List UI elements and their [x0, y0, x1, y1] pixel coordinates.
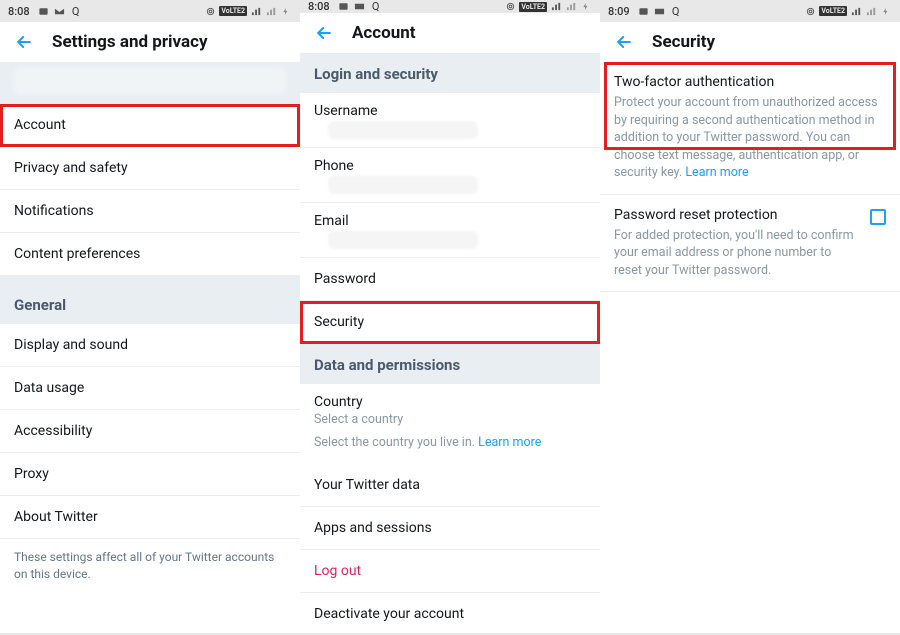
country-note: Select the country you live in. Learn mo…	[300, 429, 600, 464]
prp-desc: For added protection, you'll need to con…	[614, 227, 860, 280]
volte-badge: VoLTE2	[219, 6, 247, 16]
menu-item-password[interactable]: Password	[300, 258, 600, 301]
battery-icon	[880, 5, 892, 17]
back-icon[interactable]	[614, 32, 634, 52]
phone-value-redacted	[328, 176, 478, 194]
username-value-redacted	[328, 121, 478, 139]
hotspot-icon	[504, 1, 516, 13]
volte-badge: VoLTE2	[519, 2, 547, 12]
app-header: Settings and privacy	[0, 22, 300, 62]
email-label: Email	[314, 213, 586, 229]
battery-icon	[280, 5, 292, 17]
page-title: Settings and privacy	[52, 32, 208, 52]
username-label: Username	[314, 103, 586, 119]
mail-icon	[654, 5, 666, 17]
menu-item-notifications[interactable]: Notifications	[0, 190, 300, 233]
q-icon: Q	[370, 1, 382, 13]
q-icon: Q	[670, 5, 682, 17]
back-icon[interactable]	[314, 23, 334, 43]
tfa-desc: Protect your account from unauthorized a…	[614, 94, 886, 182]
signal2-icon	[265, 5, 277, 17]
mail-icon	[54, 5, 66, 17]
volte-badge: VoLTE2	[819, 6, 847, 16]
phone-label: Phone	[314, 158, 586, 174]
signal2-icon	[565, 1, 577, 13]
prp-checkbox[interactable]	[870, 209, 886, 225]
menu-item-security[interactable]: Security	[300, 301, 600, 344]
message-icon	[638, 5, 650, 17]
menu-item-phone[interactable]: Phone	[300, 148, 600, 203]
country-sub: Select a country	[314, 412, 586, 427]
menu-item-display[interactable]: Display and sound	[0, 324, 300, 367]
menu-item-accessibility[interactable]: Accessibility	[0, 410, 300, 453]
menu-item-account[interactable]: Account	[0, 104, 300, 147]
menu-item-about[interactable]: About Twitter	[0, 496, 300, 539]
menu-item-proxy[interactable]: Proxy	[0, 453, 300, 496]
country-label: Country	[314, 394, 586, 410]
section-general: General	[0, 276, 300, 324]
menu-item-deactivate[interactable]: Deactivate your account	[300, 593, 600, 635]
prp-title: Password reset protection	[614, 207, 860, 223]
menu-item-logout[interactable]: Log out	[300, 550, 600, 593]
signal-icon	[550, 1, 562, 13]
app-header: Account	[300, 13, 600, 53]
mail-icon	[354, 1, 366, 13]
footer-note: These settings affect all of your Twitte…	[0, 539, 300, 593]
learn-more-link[interactable]: Learn more	[685, 165, 748, 180]
status-bar: 8:08 Q VoLTE2	[300, 0, 600, 13]
hotspot-icon	[204, 5, 216, 17]
signal-icon	[850, 5, 862, 17]
message-icon	[338, 1, 350, 13]
page-title: Security	[652, 32, 715, 52]
menu-item-data-usage[interactable]: Data usage	[0, 367, 300, 410]
menu-item-apps-sessions[interactable]: Apps and sessions	[300, 507, 600, 550]
page-title: Account	[352, 23, 416, 43]
menu-item-content-prefs[interactable]: Content preferences	[0, 233, 300, 276]
account-handle-redacted	[14, 68, 286, 94]
section-data-permissions: Data and permissions	[300, 344, 600, 384]
menu-item-username[interactable]: Username	[300, 93, 600, 148]
menu-item-privacy[interactable]: Privacy and safety	[0, 147, 300, 190]
hotspot-icon	[804, 5, 816, 17]
section-login-security: Login and security	[300, 53, 600, 93]
status-bar: 8:09 Q VoLTE2	[600, 0, 900, 22]
menu-item-email[interactable]: Email	[300, 203, 600, 258]
message-icon	[38, 5, 50, 17]
tfa-title: Two-factor authentication	[614, 74, 886, 90]
learn-more-link[interactable]: Learn more	[478, 435, 541, 450]
q-icon: Q	[70, 5, 82, 17]
back-icon[interactable]	[14, 32, 34, 52]
battery-icon	[580, 1, 592, 13]
app-header: Security	[600, 22, 900, 62]
setting-password-reset-protection[interactable]: Password reset protection For added prot…	[600, 195, 900, 293]
signal-icon	[250, 5, 262, 17]
menu-item-country[interactable]: Country Select a country	[300, 384, 600, 429]
email-value-redacted	[328, 231, 478, 249]
status-bar: 8:08 Q VoLTE2	[0, 0, 300, 22]
status-time: 8:09	[608, 5, 630, 18]
status-time: 8:08	[8, 5, 30, 18]
setting-two-factor[interactable]: Two-factor authentication Protect your a…	[600, 62, 900, 195]
signal2-icon	[865, 5, 877, 17]
status-time: 8:08	[308, 0, 330, 13]
menu-item-twitter-data[interactable]: Your Twitter data	[300, 464, 600, 507]
